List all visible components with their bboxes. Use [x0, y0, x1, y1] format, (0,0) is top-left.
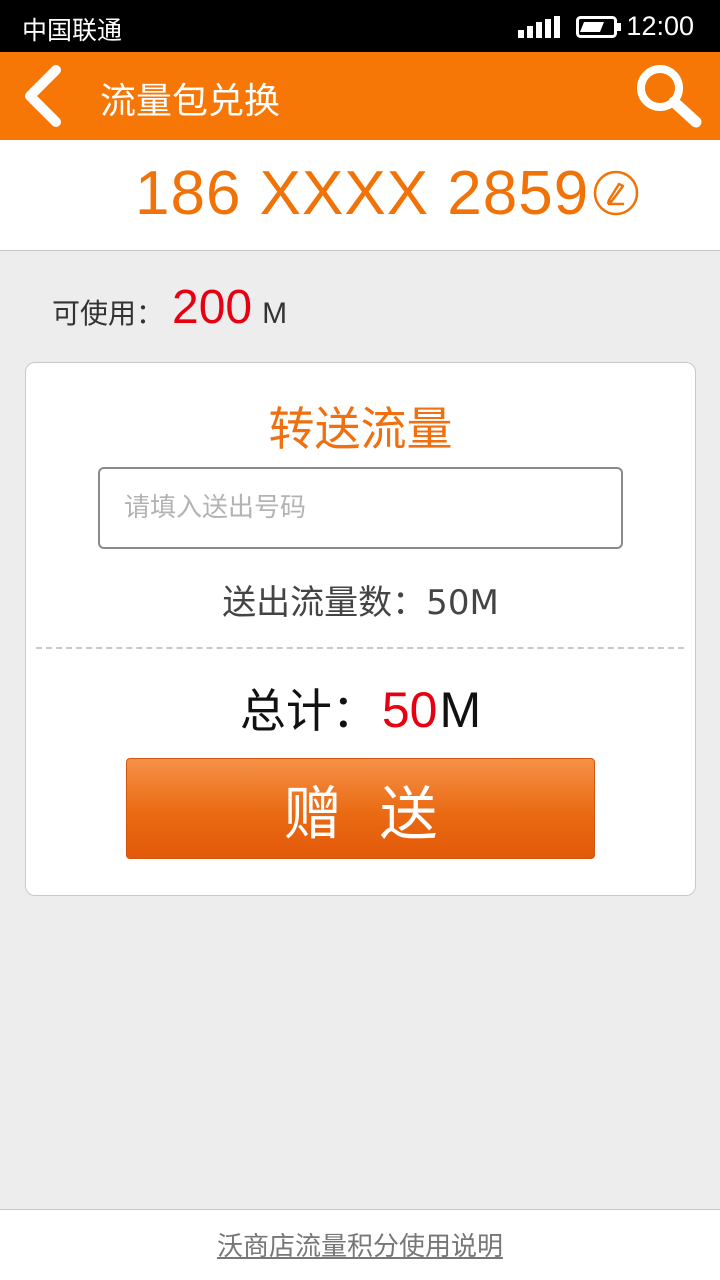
signal-icon — [518, 16, 560, 38]
app-bar: 流量包兑换 — [0, 52, 720, 140]
edit-phone-button[interactable] — [592, 169, 640, 217]
phone-number: 186 XXXX 2859 — [135, 159, 590, 228]
edit-pencil-icon — [593, 170, 639, 216]
total-row: 总计： 50 M — [26, 675, 695, 741]
page-title: 流量包兑换 — [100, 81, 281, 122]
back-chevron-icon — [25, 65, 61, 127]
available-label: 可使用： — [52, 297, 165, 330]
available-value: 200 — [172, 281, 253, 334]
usage-instructions-link[interactable]: 沃商店流量积分使用说明 — [0, 1226, 720, 1263]
carrier-name: 中国联通 — [22, 16, 123, 45]
recipient-phone-input[interactable] — [98, 467, 623, 549]
total-label: 总计： — [239, 684, 378, 738]
account-panel: 186 XXXX 2859 — [0, 140, 720, 251]
search-button[interactable] — [630, 60, 706, 132]
total-value: 50 — [381, 682, 438, 738]
total-unit: M — [439, 682, 482, 738]
battery-icon — [576, 16, 621, 38]
back-button[interactable] — [14, 60, 78, 132]
search-icon — [637, 65, 702, 128]
send-amount-text: 送出流量数：50M — [222, 583, 499, 623]
status-bar: 中国联通 12:00 — [0, 0, 720, 52]
gift-button[interactable]: 赠送 — [126, 758, 595, 859]
footer: 沃商店流量积分使用说明 — [0, 1209, 720, 1280]
dashed-divider — [36, 647, 684, 649]
available-unit: M — [262, 297, 288, 330]
transfer-title: 转送流量 — [268, 402, 453, 456]
transfer-card: 转送流量 送出流量数：50M 总计： 50 M 赠送 — [25, 362, 696, 896]
clock-time: 12:00 — [626, 11, 694, 41]
available-balance: 可使用： 200 M — [52, 280, 287, 340]
